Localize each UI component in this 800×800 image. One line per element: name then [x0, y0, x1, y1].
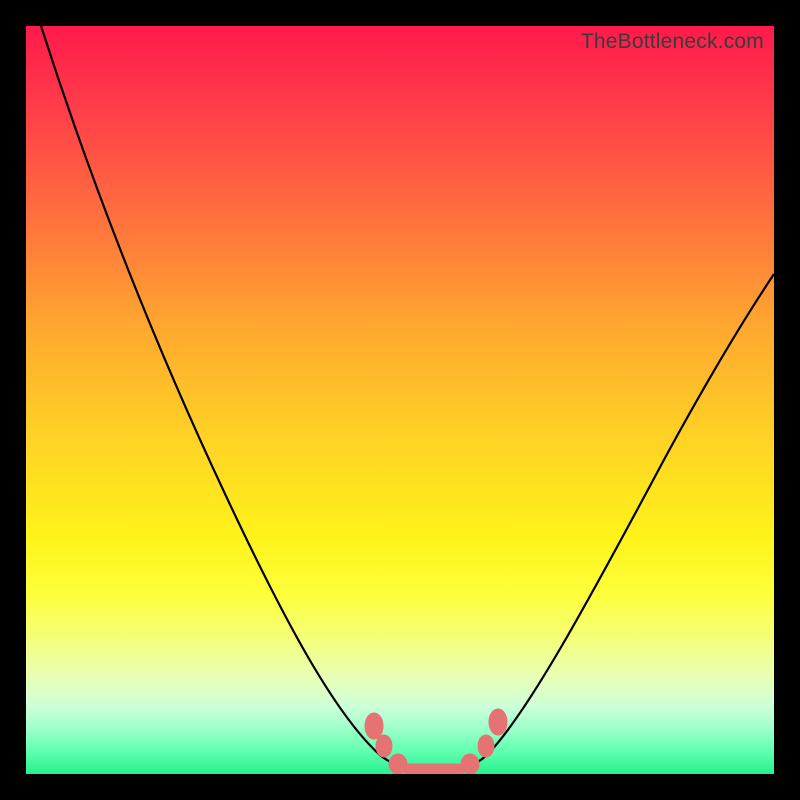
watermark-text: TheBottleneck.com — [581, 30, 764, 54]
curve-svg — [26, 26, 774, 774]
trough-markers — [365, 709, 507, 774]
chart-frame: TheBottleneck.com — [0, 0, 800, 800]
plot-area: TheBottleneck.com — [26, 26, 774, 774]
bottleneck-curve — [41, 26, 774, 774]
